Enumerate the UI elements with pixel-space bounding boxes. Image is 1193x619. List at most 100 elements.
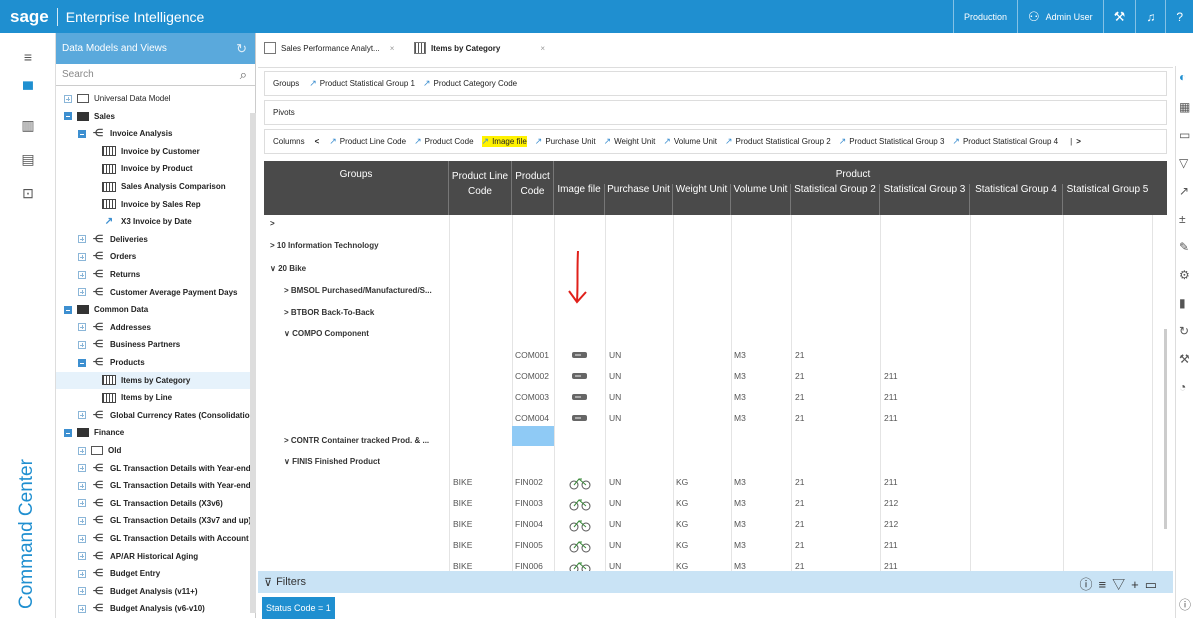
tree-item[interactable]: ⋲ Budget Entry [56,565,256,582]
data-models-icon[interactable]: ▀ [20,81,36,97]
purchase-unit-header[interactable]: Purchase Unit [605,184,673,215]
group-row[interactable]: > CONTR Container tracked Prod. & ... [284,436,429,445]
tree-item[interactable]: Items by Category [56,371,256,389]
group-row[interactable]: ∨ COMPO Component [284,329,369,338]
tree-item[interactable]: Sales [56,108,256,125]
status-filter-chip[interactable]: Status Code = 1 [262,597,335,619]
product-code-header[interactable]: Product Code [512,161,554,215]
save-icon[interactable]: ▭ [1179,128,1190,142]
tree-item[interactable]: ⋲ Customer Average Payment Days [56,284,256,301]
group-row[interactable]: ∨ FINIS Finished Product [284,457,380,466]
close-icon[interactable]: × [540,44,545,53]
info-icon[interactable]: ⓘ [1179,596,1191,613]
expand-icon[interactable] [78,534,86,543]
expand-icon[interactable] [78,446,86,455]
expand-icon[interactable] [78,552,86,561]
expand-icon[interactable] [78,411,86,420]
column-chip[interactable]: ↗ Weight Unit [604,136,656,147]
expand-icon[interactable] [78,499,86,508]
tree-item[interactable]: Items by Line [56,389,256,406]
filter-actions[interactable]: ⓘ≡▽+▭ [1080,574,1163,593]
column-chip[interactable]: ↗ Product Statistical Group 4 [952,136,1058,147]
collapse-icon[interactable] [64,428,72,437]
tree-item[interactable]: Sales Analysis Comparison [56,178,256,195]
history-icon[interactable]: ◔ [1179,380,1186,394]
statistical-group-2-header[interactable]: Statistical Group 2 [791,184,880,215]
expand-icon[interactable] [78,516,86,525]
settings-icon[interactable]: ⚙ [1179,268,1190,282]
expand-icon[interactable] [78,481,86,490]
filters-bar[interactable]: ⊽ Filters ⓘ≡▽+▭ [258,571,1173,593]
edit-icon[interactable]: ✎ [1179,240,1189,254]
tree-item[interactable]: ⋲ Products [56,354,256,371]
product-line-code-header[interactable]: Product Line Code [449,161,512,215]
search-input[interactable]: Search ⌕ [56,64,255,86]
expand-icon[interactable] [78,288,86,297]
wrench-icon[interactable]: ⚒ [1179,352,1190,366]
column-chip[interactable]: ↗ Product Statistical Group 3 [839,136,945,147]
tree-item[interactable]: ⋲ GL Transaction Details (X3v6) [56,495,256,512]
tree-item[interactable]: ⋲ GL Transaction Details with Year-end S [56,460,256,477]
statistical-group-5-header[interactable]: Statistical Group 5 [1063,184,1152,215]
chart-icon[interactable]: ▮ [1179,296,1186,310]
tree-item[interactable]: Universal Data Model [56,90,256,107]
collapse-icon[interactable] [78,129,86,138]
tree-item[interactable]: Old [56,442,256,459]
column-chip[interactable]: ↗ Volume Unit [663,136,717,147]
tree-item[interactable]: ⋲ Global Currency Rates (Consolidation) [56,407,256,424]
expand-icon[interactable] [78,323,86,332]
group-row[interactable]: > 10 Information Technology [270,241,379,250]
refresh-icon[interactable]: ↻ [236,41,247,57]
group-row[interactable]: > BMSOL Purchased/Manufactured/S... [284,286,432,295]
tree-item[interactable]: ⋲ AP/AR Historical Aging [56,548,256,565]
expand-icon[interactable] [78,340,86,349]
filter-icon[interactable]: ▽ [1179,156,1188,170]
hamburger-icon[interactable]: ≡ [20,49,36,65]
refresh-icon[interactable]: ↻ [1179,324,1189,338]
column-chip[interactable]: ↗ Purchase Unit [535,136,596,147]
column-chip[interactable]: ↗ Product Line Code [329,136,406,147]
tree-item[interactable]: Invoice by Sales Rep [56,196,256,213]
tree-item[interactable]: ⋲ GL Transaction Details with Account Py [56,530,256,547]
tree-item[interactable]: ⋲ Returns [56,266,256,283]
statistical-group-3-header[interactable]: Statistical Group 3 [880,184,970,215]
user-menu[interactable]: ⚇ Admin User [1016,0,1103,33]
tree-item[interactable]: ⋲ Deliveries [56,231,256,248]
help-icon[interactable]: ? [1165,0,1193,33]
tree-item[interactable]: ⋲ Orders [56,248,256,265]
expand-icon[interactable] [78,235,86,244]
scroll-left-icon[interactable]: < [315,137,320,146]
expand-icon[interactable] [78,270,86,279]
panel-scrollbar[interactable] [250,113,256,613]
image-file-header[interactable]: Image file [554,184,605,215]
expand-icon[interactable] [78,604,86,613]
collapse-icon[interactable]: ◐ [1179,70,1186,84]
groups-header[interactable]: Groups [264,161,449,215]
table-scrollbar[interactable] [1164,329,1167,529]
column-chip[interactable]: ↗ Product Code [414,136,473,147]
tab-items-by-category[interactable]: Items by Category × [414,42,545,54]
group-row[interactable]: > BTBOR Back-To-Back [284,308,374,317]
expand-icon[interactable] [64,94,72,103]
group-chip[interactable]: ↗ Product Statistical Group 1 [309,78,415,89]
collapse-icon[interactable] [78,358,86,367]
tools-icon[interactable]: ⚒ [1102,0,1136,33]
tree-item[interactable]: Invoice by Customer [56,143,256,160]
calc-icon[interactable]: ± [1179,212,1186,226]
expand-icon[interactable] [78,569,86,578]
expand-icon[interactable] [78,252,86,261]
export-icon[interactable]: ↗ [1179,184,1189,198]
bell-icon[interactable]: ♫ [1135,0,1165,33]
layout-icon[interactable]: ▦ [1179,100,1190,114]
collapse-icon[interactable] [64,305,72,314]
tree-item[interactable]: ↗ X3 Invoice by Date [56,213,256,230]
pivots-bar[interactable]: Pivots [264,100,1167,125]
expand-icon[interactable] [78,587,86,596]
tree-item[interactable]: ⋲ Invoice Analysis [56,125,256,142]
tree-item[interactable]: ⋲ GL Transaction Details (X3v7 and up) [56,512,256,529]
close-icon[interactable]: × [390,44,395,53]
tree-item[interactable]: Invoice by Product [56,160,256,177]
tree-item[interactable]: ⋲ Budget Analysis (v6-v10) [56,600,256,617]
statistical-group-4-header[interactable]: Statistical Group 4 [970,184,1063,215]
volume-unit-header[interactable]: Volume Unit [731,184,791,215]
